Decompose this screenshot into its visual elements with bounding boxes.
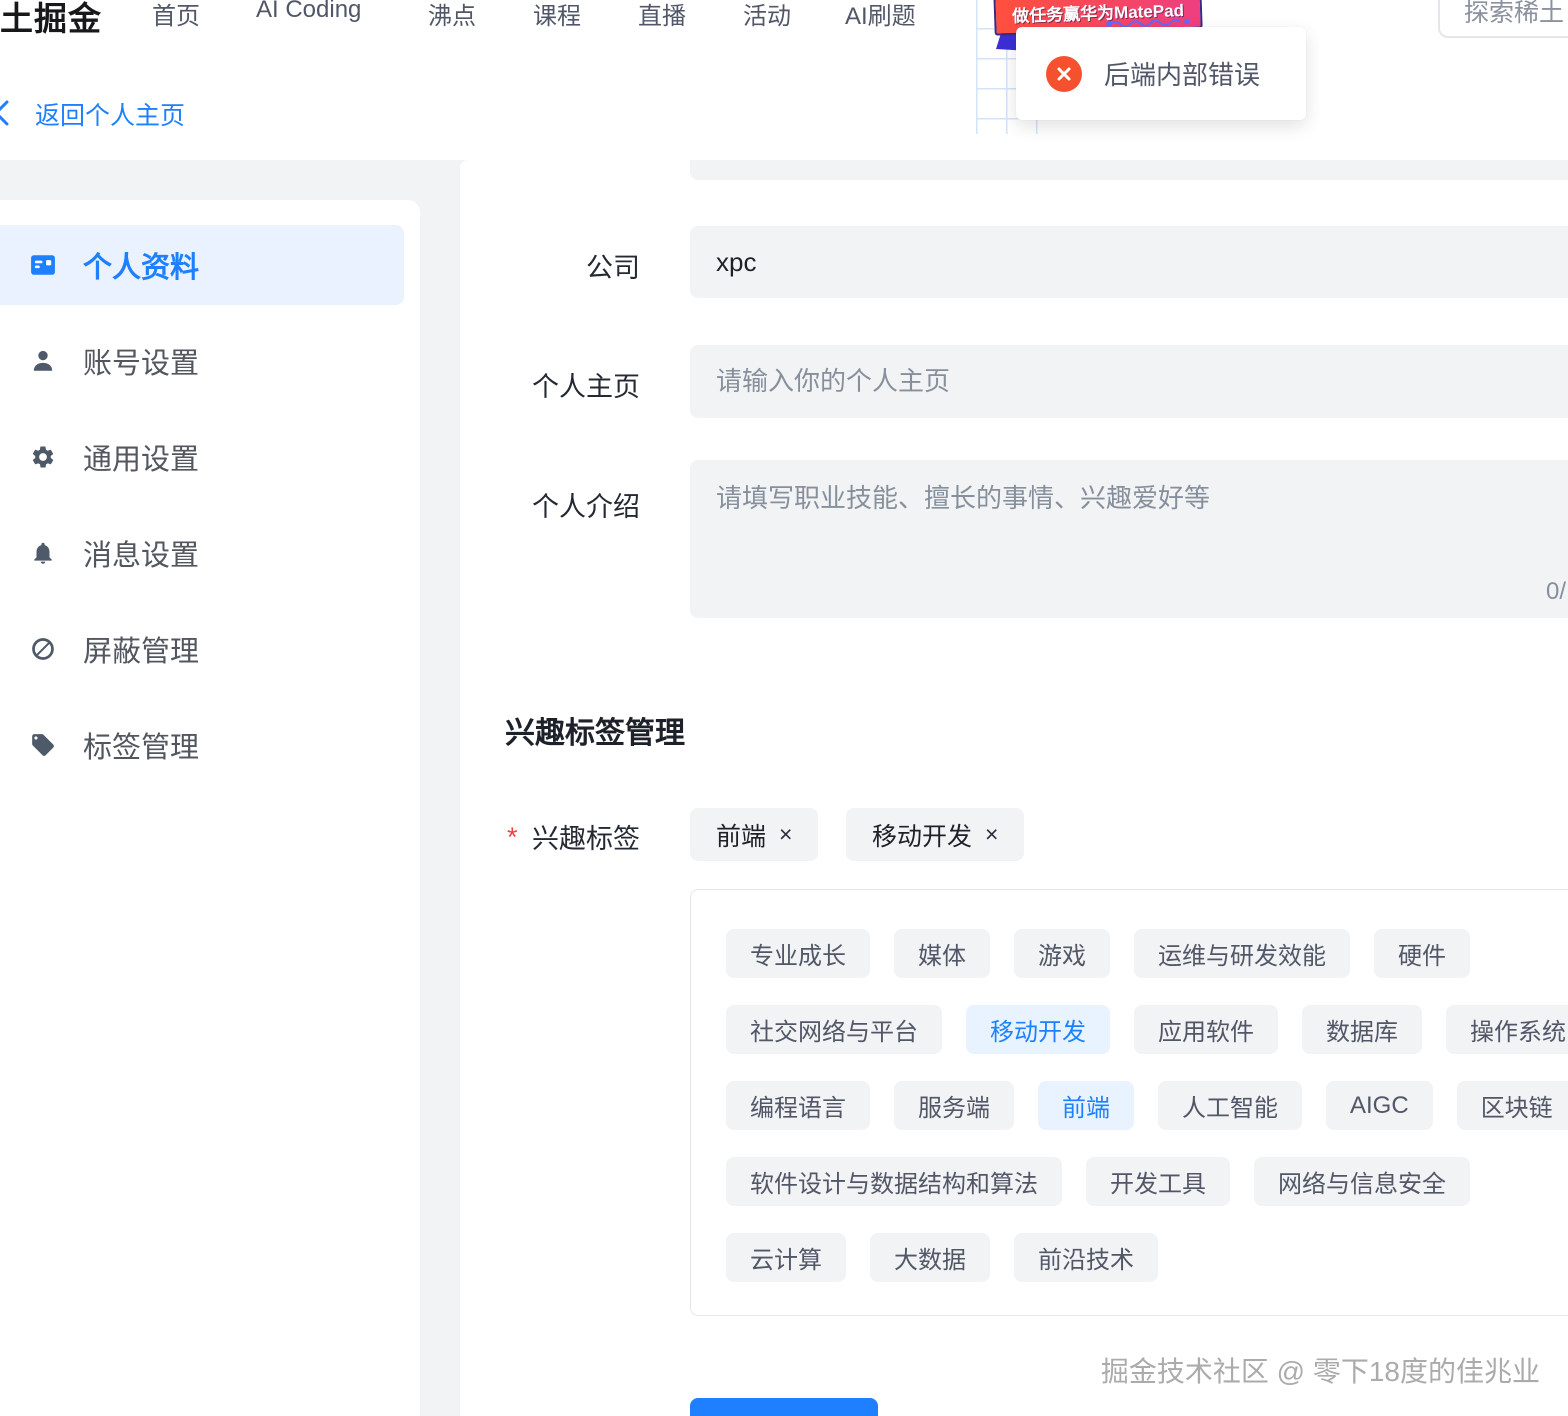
sidebar-item-label: 标签管理 [83, 732, 200, 764]
search-input[interactable] [1462, 0, 1568, 32]
homepage-input[interactable] [690, 345, 1568, 418]
back-link-label: 返回个人主页 [35, 102, 186, 130]
chevron-left-icon [0, 100, 9, 126]
selected-tag-mobile-dev[interactable]: 移动开发 × [846, 808, 1025, 861]
community-watermark: 掘金技术社区 @ 零下18度的佳兆业 [1100, 1356, 1540, 1387]
tag-options-row: 专业成长 媒体 游戏 运维与研发效能 硬件 [726, 929, 1568, 978]
profile-card-icon [30, 252, 56, 278]
tag-option[interactable]: 软件设计与数据结构和算法 [726, 1157, 1062, 1206]
remove-tag-icon[interactable]: × [779, 821, 792, 848]
company-label: 公司 [586, 253, 640, 283]
tag-option[interactable]: AIGC [1326, 1081, 1433, 1130]
sidebar-item-block-management[interactable]: 屏蔽管理 [0, 609, 404, 689]
tag-option[interactable]: 专业成长 [726, 929, 870, 978]
intro-label: 个人介绍 [532, 492, 640, 522]
cropped-input-above[interactable] [690, 160, 1568, 180]
tag-option[interactable]: 网络与信息安全 [1254, 1157, 1470, 1206]
error-toast: 后端内部错误 [1016, 27, 1306, 120]
sidebar-item-general[interactable]: 通用设置 [0, 417, 404, 497]
intro-textarea[interactable] [690, 460, 1568, 618]
settings-sidebar: 个人资料 账号设置 通用设置 消息设置 屏蔽管理 标签管理 [0, 200, 420, 1416]
tag-option[interactable]: 开发工具 [1086, 1157, 1230, 1206]
nav-item-pins[interactable]: 沸点 [428, 0, 476, 31]
user-icon [30, 348, 56, 374]
nav-item-courses[interactable]: 课程 [533, 0, 581, 31]
sidebar-item-label: 屏蔽管理 [83, 636, 200, 668]
company-input[interactable] [690, 226, 1568, 298]
tag-option[interactable]: 媒体 [894, 929, 990, 978]
tag-option[interactable]: 大数据 [870, 1233, 990, 1282]
sidebar-item-label: 个人资料 [83, 252, 200, 284]
tag-option[interactable]: 游戏 [1014, 929, 1110, 978]
sidebar-item-label: 通用设置 [83, 444, 200, 476]
tag-option[interactable]: 应用软件 [1134, 1005, 1278, 1054]
sidebar-item-label: 消息设置 [83, 540, 200, 572]
tag-option-selected[interactable]: 前端 [1038, 1081, 1134, 1130]
block-icon [30, 636, 56, 662]
top-navbar: 土掘金 首页 AI Coding 沸点 课程 直播 活动 AI刷题 做任务赢华为… [0, 0, 1568, 160]
gear-icon [30, 444, 56, 470]
homepage-field-wrap: 0/ [690, 345, 1568, 418]
tag-option[interactable]: 操作系统 [1446, 1005, 1568, 1054]
tag-options-row: 软件设计与数据结构和算法 开发工具 网络与信息安全 [726, 1157, 1568, 1206]
sidebar-item-profile[interactable]: 个人资料 [0, 225, 404, 305]
tag-option[interactable]: 数据库 [1302, 1005, 1422, 1054]
tag-option-selected[interactable]: 移动开发 [966, 1005, 1110, 1054]
intro-field-wrap: 0/ [690, 460, 1568, 618]
tag-option[interactable]: 云计算 [726, 1233, 846, 1282]
sidebar-item-tag-management[interactable]: 标签管理 [0, 705, 404, 785]
tag-options-row: 社交网络与平台 移动开发 应用软件 数据库 操作系统 [726, 1005, 1568, 1054]
tag-option[interactable]: 区块链 [1456, 1081, 1568, 1130]
error-x-icon [1046, 55, 1082, 92]
selected-tag-label: 前端 [716, 822, 767, 851]
settings-page: 土掘金 首页 AI Coding 沸点 课程 直播 活动 AI刷题 做任务赢华为… [0, 0, 1568, 1416]
tag-option[interactable]: 硬件 [1374, 929, 1470, 978]
nav-item-ai-quiz[interactable]: AI刷题 [845, 0, 916, 31]
juejin-logo[interactable]: 土掘金 [0, 0, 102, 40]
tag-options-row: 云计算 大数据 前沿技术 [726, 1233, 1568, 1282]
save-button[interactable] [690, 1398, 878, 1416]
selected-tag-frontend[interactable]: 前端 × [690, 808, 819, 861]
tag-options-row: 编程语言 服务端 前端 人工智能 AIGC 区块链 [726, 1081, 1568, 1130]
selected-tag-label: 移动开发 [872, 822, 973, 851]
tag-option[interactable]: 人工智能 [1158, 1081, 1302, 1130]
nav-item-ai-coding[interactable]: AI Coding [256, 0, 361, 24]
interest-tags-section-title: 兴趣标签管理 [505, 717, 685, 750]
profile-form-card: 公司 2/ 个人主页 0/ 个人介绍 0/ 兴趣标签管理 * 兴趣标签 前端 ×… [460, 160, 1568, 1416]
bell-icon [30, 540, 56, 566]
nav-item-events[interactable]: 活动 [743, 0, 791, 31]
tag-option[interactable]: 编程语言 [726, 1081, 870, 1130]
tag-options-panel: 专业成长 媒体 游戏 运维与研发效能 硬件 社交网络与平台 移动开发 应用软件 … [690, 889, 1568, 1316]
sidebar-item-label: 账号设置 [83, 348, 200, 380]
tag-option[interactable]: 前沿技术 [1014, 1233, 1158, 1282]
sidebar-item-account[interactable]: 账号设置 [0, 321, 404, 401]
remove-tag-icon[interactable]: × [985, 821, 998, 848]
search-box [1438, 0, 1568, 38]
tag-option[interactable]: 运维与研发效能 [1134, 929, 1350, 978]
tag-option[interactable]: 社交网络与平台 [726, 1005, 942, 1054]
homepage-label: 个人主页 [532, 372, 640, 402]
tag-option[interactable]: 服务端 [894, 1081, 1014, 1130]
nav-item-live[interactable]: 直播 [638, 0, 686, 31]
nav-item-home[interactable]: 首页 [152, 0, 200, 31]
interest-tags-label: 兴趣标签 [532, 824, 640, 854]
sidebar-item-notifications[interactable]: 消息设置 [0, 513, 404, 593]
tag-icon [30, 732, 56, 758]
company-field-wrap: 2/ [690, 226, 1568, 298]
toast-message: 后端内部错误 [1104, 60, 1261, 90]
